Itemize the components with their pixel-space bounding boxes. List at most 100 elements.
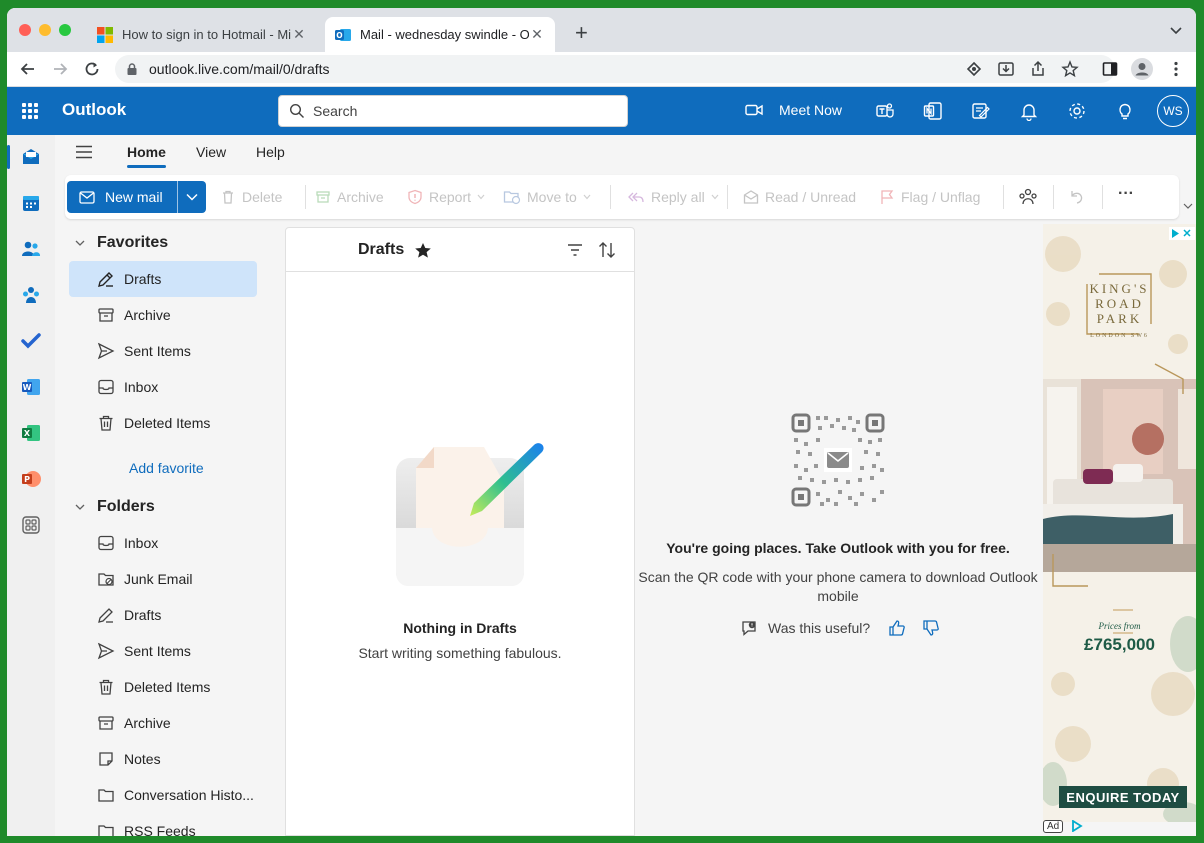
groups-discover-icon[interactable] [1018,188,1038,206]
flag-unflag-label: Flag / Unflag [901,189,981,205]
envelope-open-icon [743,190,759,204]
folder-inbox[interactable]: Inbox [69,525,257,561]
powerpoint-app-icon[interactable]: P [21,469,41,489]
flag-unflag-button[interactable]: Flag / Unflag [879,189,980,205]
chevron-down-icon [477,194,485,200]
close-window-button[interactable] [19,24,31,36]
lock-icon[interactable] [125,62,139,76]
favorite-sent-items[interactable]: Sent Items [69,333,257,369]
qr-code[interactable] [790,412,886,508]
chevron-down-icon [75,504,85,510]
to-do-note-icon[interactable] [971,101,991,121]
new-mail-label: New mail [105,189,163,205]
minimize-window-button[interactable] [39,24,51,36]
close-tab-icon[interactable]: ✕ [529,26,545,43]
tab-title: How to sign in to Hotmail - Microsoft Su… [122,27,291,42]
folder-conversation-history[interactable]: Conversation Histo... [69,777,257,813]
browser-tab-hotmail-support[interactable]: How to sign in to Hotmail - Microsoft Su… [87,17,317,52]
teams-icon[interactable] [875,101,895,121]
word-app-icon[interactable]: W [21,377,41,397]
thumbs-down-icon[interactable] [922,619,940,637]
filter-icon[interactable] [567,243,583,257]
reply-all-button[interactable]: Reply all [627,189,719,205]
outlook-brand[interactable]: Outlook [62,100,126,120]
favorites-header[interactable]: Favorites [75,234,168,252]
new-mail-button[interactable]: New mail [67,181,206,213]
search-box[interactable]: Search [278,95,628,127]
share-icon[interactable] [1029,60,1047,78]
browser-window: How to sign in to Hotmail - Microsoft Su… [7,8,1196,836]
tab-view[interactable]: View [196,144,226,160]
kebab-menu-icon[interactable] [1167,60,1185,78]
undo-icon[interactable] [1068,189,1084,205]
adchoices-icon[interactable] [1169,227,1195,240]
forward-arrow-icon[interactable] [51,60,69,78]
folder-drafts[interactable]: Drafts [69,597,257,633]
folders-header[interactable]: Folders [75,498,155,516]
archive-button[interactable]: Archive [315,189,384,205]
reply-all-icon [628,192,644,203]
people-app-icon[interactable] [21,239,41,259]
new-mail-dropdown[interactable] [178,193,206,201]
mail-app-icon[interactable] [21,147,41,167]
profile-icon[interactable] [1131,58,1153,80]
maximize-window-button[interactable] [59,24,71,36]
adchoices-triangle-icon[interactable] [1071,820,1083,832]
side-panel-icon[interactable] [1101,60,1119,78]
folder-sent-items[interactable]: Sent Items [69,633,257,669]
ad-enquire-button[interactable]: ENQUIRE TODAY [1059,786,1187,808]
more-options-button[interactable]: ··· [1118,185,1134,203]
folder-junk-email[interactable]: Junk Email [69,561,257,597]
tab-search-chevron-icon[interactable] [1170,24,1182,36]
install-app-icon[interactable] [997,60,1015,78]
feedback-row: Was this useful? [740,619,940,637]
report-button[interactable]: Report [407,189,485,205]
add-favorite-link[interactable]: Add favorite [129,460,204,476]
favorite-drafts[interactable]: Drafts [69,261,257,297]
reload-icon[interactable] [83,60,101,78]
folder-label: Junk Email [124,571,193,587]
eye-tracking-icon[interactable] [965,60,983,78]
meet-now-button[interactable]: Meet Now [745,102,842,118]
more-apps-icon[interactable] [21,515,41,535]
new-tab-button[interactable]: + [575,22,588,44]
account-avatar[interactable]: WS [1157,95,1189,127]
archive-label: Archive [337,189,384,205]
ribbon-expand-chevron-icon[interactable] [1183,201,1193,211]
app-launcher-icon[interactable] [22,103,38,119]
thumbs-up-icon[interactable] [888,619,906,637]
onenote-icon[interactable] [923,101,943,121]
to-do-app-icon[interactable] [21,331,41,351]
folder-rss-feeds[interactable]: RSS Feeds [69,813,257,836]
folder-notes[interactable]: Notes [69,741,257,777]
groups-app-icon[interactable] [21,285,41,305]
sort-icon[interactable] [598,241,616,259]
tab-home[interactable]: Home [127,144,166,168]
delete-button[interactable]: Delete [220,189,282,205]
gear-icon[interactable] [1067,101,1087,121]
advertisement[interactable]: KING'S ROAD PARK LONDON SW6 Prices from … [1043,224,1196,822]
excel-app-icon[interactable]: X [21,423,41,443]
favorite-deleted-items[interactable]: Deleted Items [69,405,257,441]
folder-archive[interactable]: Archive [69,705,257,741]
move-to-button[interactable]: Move to [503,189,591,205]
mobile-promo-subtitle: Scan the QR code with your phone camera … [638,569,1038,604]
new-mail-main[interactable]: New mail [67,189,177,205]
calendar-app-icon[interactable] [21,193,41,213]
tab-strip: How to sign in to Hotmail - Microsoft Su… [7,8,1196,52]
bookmark-star-icon[interactable] [1061,60,1079,78]
favorite-archive[interactable]: Archive [69,297,257,333]
tab-help[interactable]: Help [256,144,285,160]
favorite-inbox[interactable]: Inbox [69,369,257,405]
ribbon-separator [1102,185,1103,209]
hamburger-menu-icon[interactable] [75,145,93,159]
back-arrow-icon[interactable] [19,60,37,78]
star-favorite-icon[interactable] [414,242,432,259]
bell-icon[interactable] [1019,101,1039,121]
lightbulb-icon[interactable] [1115,101,1135,121]
read-unread-button[interactable]: Read / Unread [743,189,856,205]
close-tab-icon[interactable]: ✕ [291,26,307,43]
url-text[interactable]: outlook.live.com/mail/0/drafts [149,61,330,77]
folder-deleted-items[interactable]: Deleted Items [69,669,257,705]
browser-tab-outlook-mail[interactable]: O Mail - wednesday swindle - Outlook ✕ [325,17,555,52]
